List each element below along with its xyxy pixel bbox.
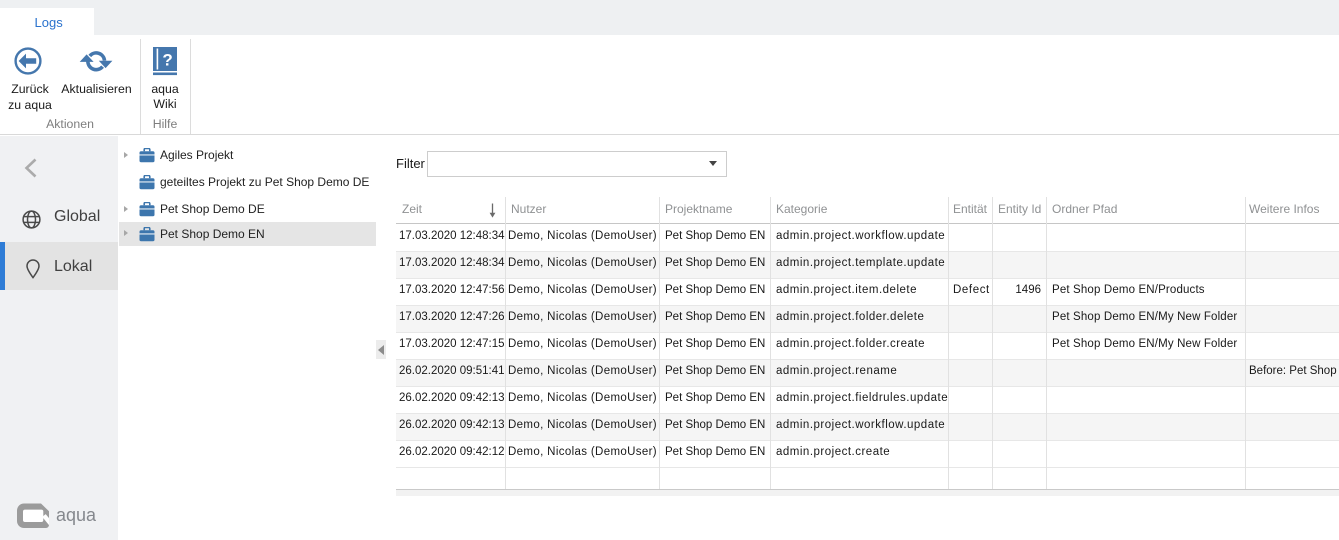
svg-text:?: ? — [162, 51, 172, 70]
